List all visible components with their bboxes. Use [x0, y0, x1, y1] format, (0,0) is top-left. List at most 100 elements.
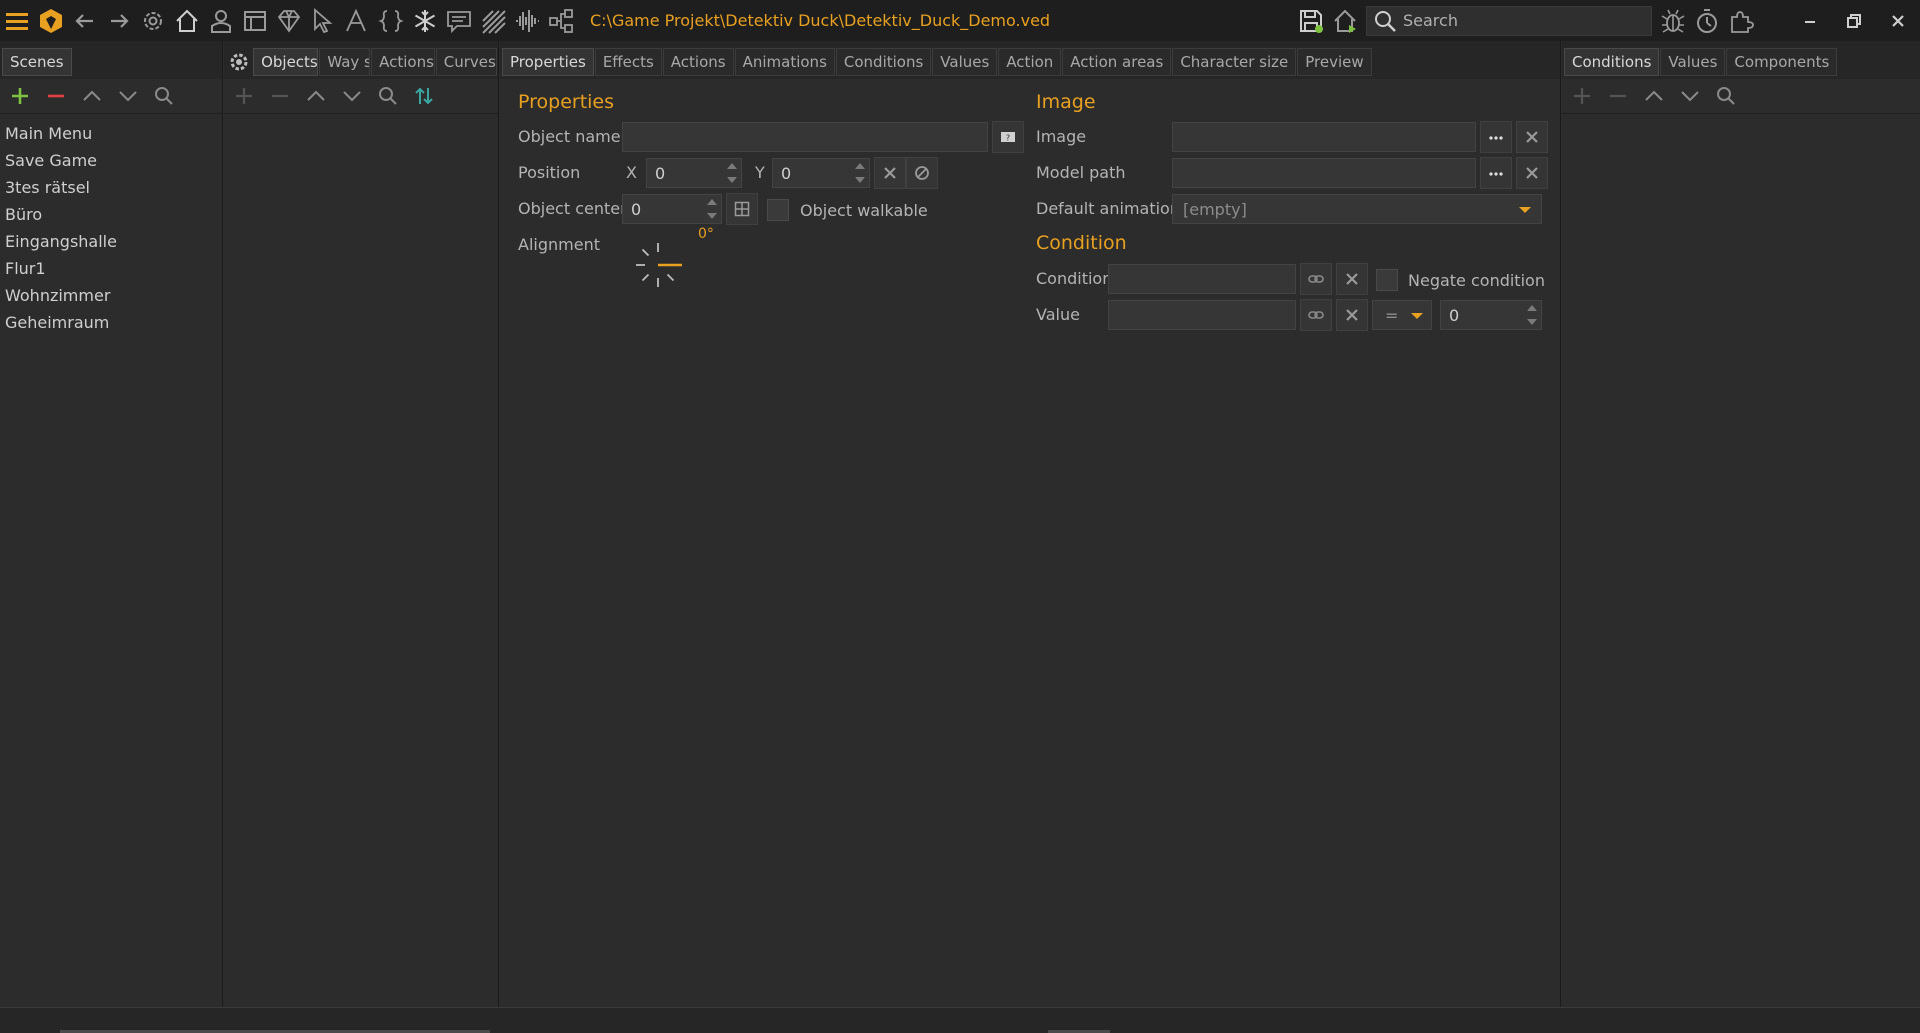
tab-values[interactable]: Values — [932, 48, 998, 76]
character-icon[interactable] — [204, 3, 238, 39]
browse-image-button[interactable] — [1480, 121, 1512, 153]
tab-effects[interactable]: Effects — [594, 48, 662, 76]
save-icon[interactable] — [1294, 3, 1328, 39]
compare-value-input[interactable] — [1441, 301, 1541, 329]
position-y-field[interactable] — [772, 158, 870, 188]
dialog-icon[interactable] — [442, 3, 476, 39]
list-item[interactable]: Eingangshalle — [0, 228, 222, 255]
search-input[interactable] — [1403, 11, 1643, 30]
tab-components[interactable]: Components — [1726, 48, 1838, 76]
tab-way-system[interactable]: Way sys — [319, 48, 371, 76]
move-up-button[interactable] — [1638, 82, 1670, 110]
move-down-button[interactable] — [1674, 82, 1706, 110]
particles-snowflake-icon[interactable] — [408, 3, 442, 39]
object-name-field[interactable] — [622, 122, 988, 152]
move-up-button[interactable] — [76, 82, 108, 110]
position-x-field[interactable] — [646, 158, 742, 188]
compare-value-field[interactable] — [1440, 300, 1542, 330]
diagonal-stripes-icon[interactable] — [476, 3, 510, 39]
start-scene-icon[interactable] — [1328, 3, 1362, 39]
scene-settings-button[interactable] — [226, 48, 252, 76]
image-field[interactable] — [1172, 122, 1476, 152]
node-graph-icon[interactable] — [544, 3, 578, 39]
add-scene-button[interactable] — [4, 82, 36, 110]
pick-position-button[interactable] — [906, 157, 938, 189]
list-item[interactable]: Main Menu — [0, 120, 222, 147]
font-text-icon[interactable] — [340, 3, 374, 39]
debug-bug-icon[interactable] — [1656, 3, 1690, 39]
remove-scene-button[interactable] — [40, 82, 72, 110]
clear-value-button[interactable] — [1336, 299, 1368, 331]
object-walkable-checkbox[interactable] — [767, 199, 789, 221]
tab-action-areas[interactable]: Action areas — [1062, 48, 1172, 76]
close-button[interactable] — [1876, 3, 1920, 39]
tab-animations[interactable]: Animations — [734, 48, 835, 76]
spinner-arrows-icon[interactable] — [727, 163, 737, 183]
tab-scenes[interactable]: Scenes — [2, 48, 72, 76]
condition-field[interactable] — [1108, 264, 1296, 294]
items-diamond-icon[interactable] — [272, 3, 306, 39]
list-item[interactable]: Flur1 — [0, 255, 222, 282]
search-box[interactable] — [1366, 5, 1652, 36]
list-item[interactable]: Geheimraum — [0, 309, 222, 336]
value-input[interactable] — [1109, 301, 1295, 329]
list-item[interactable]: Büro — [0, 201, 222, 228]
stopwatch-icon[interactable] — [1690, 3, 1724, 39]
minimize-button[interactable] — [1788, 3, 1832, 39]
search-conditions-button[interactable] — [1710, 82, 1742, 110]
redo-icon[interactable] — [102, 3, 136, 39]
tab-conditions[interactable]: Conditions — [835, 48, 932, 76]
browse-model-button[interactable] — [1480, 157, 1512, 189]
list-item[interactable]: Wohnzimmer — [0, 282, 222, 309]
condition-input[interactable] — [1109, 265, 1295, 293]
mouse-cursor-icon[interactable] — [306, 3, 340, 39]
tab-objects[interactable]: Objects — [253, 48, 319, 76]
add-condition-button[interactable] — [1566, 82, 1598, 110]
spinner-arrows-icon[interactable] — [1527, 305, 1537, 325]
default-animation-dropdown[interactable]: [empty] — [1172, 194, 1542, 224]
plugin-puzzle-icon[interactable] — [1724, 3, 1758, 39]
tab-preview[interactable]: Preview — [1297, 48, 1372, 76]
move-down-button[interactable] — [336, 82, 368, 110]
undo-icon[interactable] — [68, 3, 102, 39]
home-icon[interactable] — [170, 3, 204, 39]
object-center-field[interactable] — [622, 194, 722, 224]
spinner-arrows-icon[interactable] — [707, 199, 717, 219]
object-name-text-button[interactable]: ? — [992, 121, 1024, 153]
tab-conditions[interactable]: Conditions — [1564, 48, 1660, 76]
operator-dropdown[interactable]: = — [1372, 300, 1432, 330]
add-object-button[interactable] — [228, 82, 260, 110]
link-condition-button[interactable] — [1300, 263, 1332, 295]
list-item[interactable]: 3tes rätsel — [0, 174, 222, 201]
object-center-grid-button[interactable] — [726, 193, 758, 225]
settings-gear-icon[interactable] — [136, 3, 170, 39]
clear-position-button[interactable] — [874, 157, 906, 189]
clear-image-button[interactable] — [1516, 121, 1548, 153]
link-value-button[interactable] — [1300, 299, 1332, 331]
list-item[interactable]: Save Game — [0, 147, 222, 174]
remove-condition-button[interactable] — [1602, 82, 1634, 110]
model-path-input[interactable] — [1173, 159, 1475, 187]
tab-character-size[interactable]: Character size — [1172, 48, 1297, 76]
spinner-arrows-icon[interactable] — [855, 163, 865, 183]
audio-waveform-icon[interactable] — [510, 3, 544, 39]
value-field[interactable] — [1108, 300, 1296, 330]
negate-condition-checkbox[interactable] — [1376, 269, 1398, 291]
tab-curves[interactable]: Curves — [435, 48, 497, 76]
model-path-field[interactable] — [1172, 158, 1476, 188]
clear-condition-button[interactable] — [1336, 263, 1368, 295]
restore-button[interactable] — [1832, 3, 1876, 39]
move-down-button[interactable] — [112, 82, 144, 110]
alignment-dial-icon[interactable] — [632, 239, 684, 291]
move-up-button[interactable] — [300, 82, 332, 110]
tab-actions[interactable]: Actions — [662, 48, 734, 76]
tab-actions[interactable]: Actions — [371, 48, 435, 76]
image-input[interactable] — [1173, 123, 1475, 151]
search-scenes-button[interactable] — [148, 82, 180, 110]
hamburger-menu-icon[interactable] — [0, 3, 34, 39]
tab-action[interactable]: Action — [998, 48, 1062, 76]
remove-object-button[interactable] — [264, 82, 296, 110]
search-objects-button[interactable] — [372, 82, 404, 110]
sort-objects-button[interactable] — [408, 82, 440, 110]
script-braces-icon[interactable] — [374, 3, 408, 39]
